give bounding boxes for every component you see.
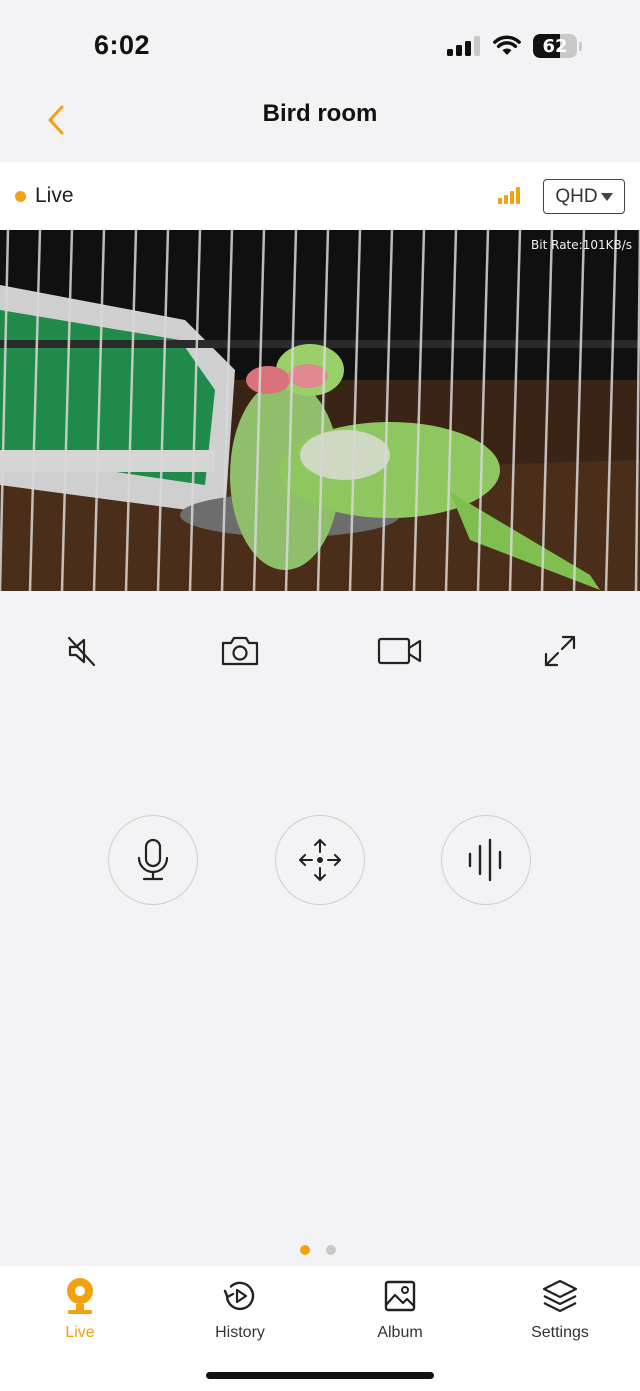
control-row bbox=[0, 625, 640, 677]
fullscreen-button[interactable] bbox=[534, 625, 586, 677]
tab-history-label: History bbox=[215, 1324, 265, 1341]
home-indicator bbox=[206, 1372, 434, 1379]
live-label: Live bbox=[35, 184, 74, 207]
fullscreen-icon bbox=[544, 635, 576, 667]
battery-indicator: 62 bbox=[533, 34, 577, 58]
tab-settings[interactable]: Settings bbox=[500, 1276, 620, 1342]
live-icon bbox=[60, 1276, 100, 1316]
snapshot-button[interactable] bbox=[214, 625, 266, 677]
camera-icon bbox=[221, 636, 259, 666]
page-title: Bird room bbox=[262, 100, 378, 127]
live-strip: Live QHD bbox=[0, 162, 640, 230]
video-record-icon bbox=[377, 637, 422, 665]
battery-level: 62 bbox=[542, 35, 568, 57]
page-indicator bbox=[300, 1245, 336, 1255]
tab-settings-label: Settings bbox=[531, 1324, 589, 1341]
voice-button[interactable] bbox=[441, 815, 531, 905]
tab-history[interactable]: History bbox=[180, 1276, 300, 1342]
status-bar: 6:02 62 bbox=[0, 0, 640, 90]
talk-button[interactable] bbox=[108, 815, 198, 905]
mute-button[interactable] bbox=[56, 625, 108, 677]
bitrate-readout: Bit Rate:101KB/s bbox=[531, 238, 632, 252]
status-icons: 62 bbox=[447, 34, 582, 58]
pan-tilt-button[interactable] bbox=[275, 815, 365, 905]
record-button[interactable] bbox=[374, 625, 426, 677]
audio-wave-icon bbox=[468, 838, 502, 882]
album-icon bbox=[380, 1276, 420, 1316]
mute-icon bbox=[67, 636, 96, 667]
page-dot-active bbox=[300, 1245, 310, 1255]
wifi-icon bbox=[493, 35, 521, 55]
battery-nub bbox=[579, 41, 582, 51]
video-feed[interactable]: Bit Rate:101KB/s bbox=[0, 230, 640, 591]
quality-value: QHD bbox=[555, 185, 598, 207]
tab-live-label: Live bbox=[65, 1324, 95, 1341]
signal-strength-icon bbox=[498, 186, 520, 204]
microphone-icon bbox=[137, 838, 169, 881]
status-time: 6:02 bbox=[94, 30, 151, 60]
caret-down-icon bbox=[600, 192, 613, 201]
page-dot bbox=[326, 1245, 336, 1255]
cellular-signal-icon bbox=[447, 36, 480, 56]
history-icon bbox=[220, 1276, 260, 1316]
pan-tilt-icon bbox=[299, 839, 341, 881]
tab-album[interactable]: Album bbox=[340, 1276, 460, 1342]
settings-icon bbox=[540, 1276, 580, 1316]
camera-feed-image bbox=[0, 230, 640, 591]
tab-live[interactable]: Live bbox=[20, 1276, 140, 1342]
live-indicator-dot bbox=[15, 191, 26, 202]
tab-album-label: Album bbox=[377, 1324, 423, 1341]
nav-bar: Bird room bbox=[0, 90, 640, 162]
quality-select[interactable]: QHD bbox=[543, 179, 625, 214]
